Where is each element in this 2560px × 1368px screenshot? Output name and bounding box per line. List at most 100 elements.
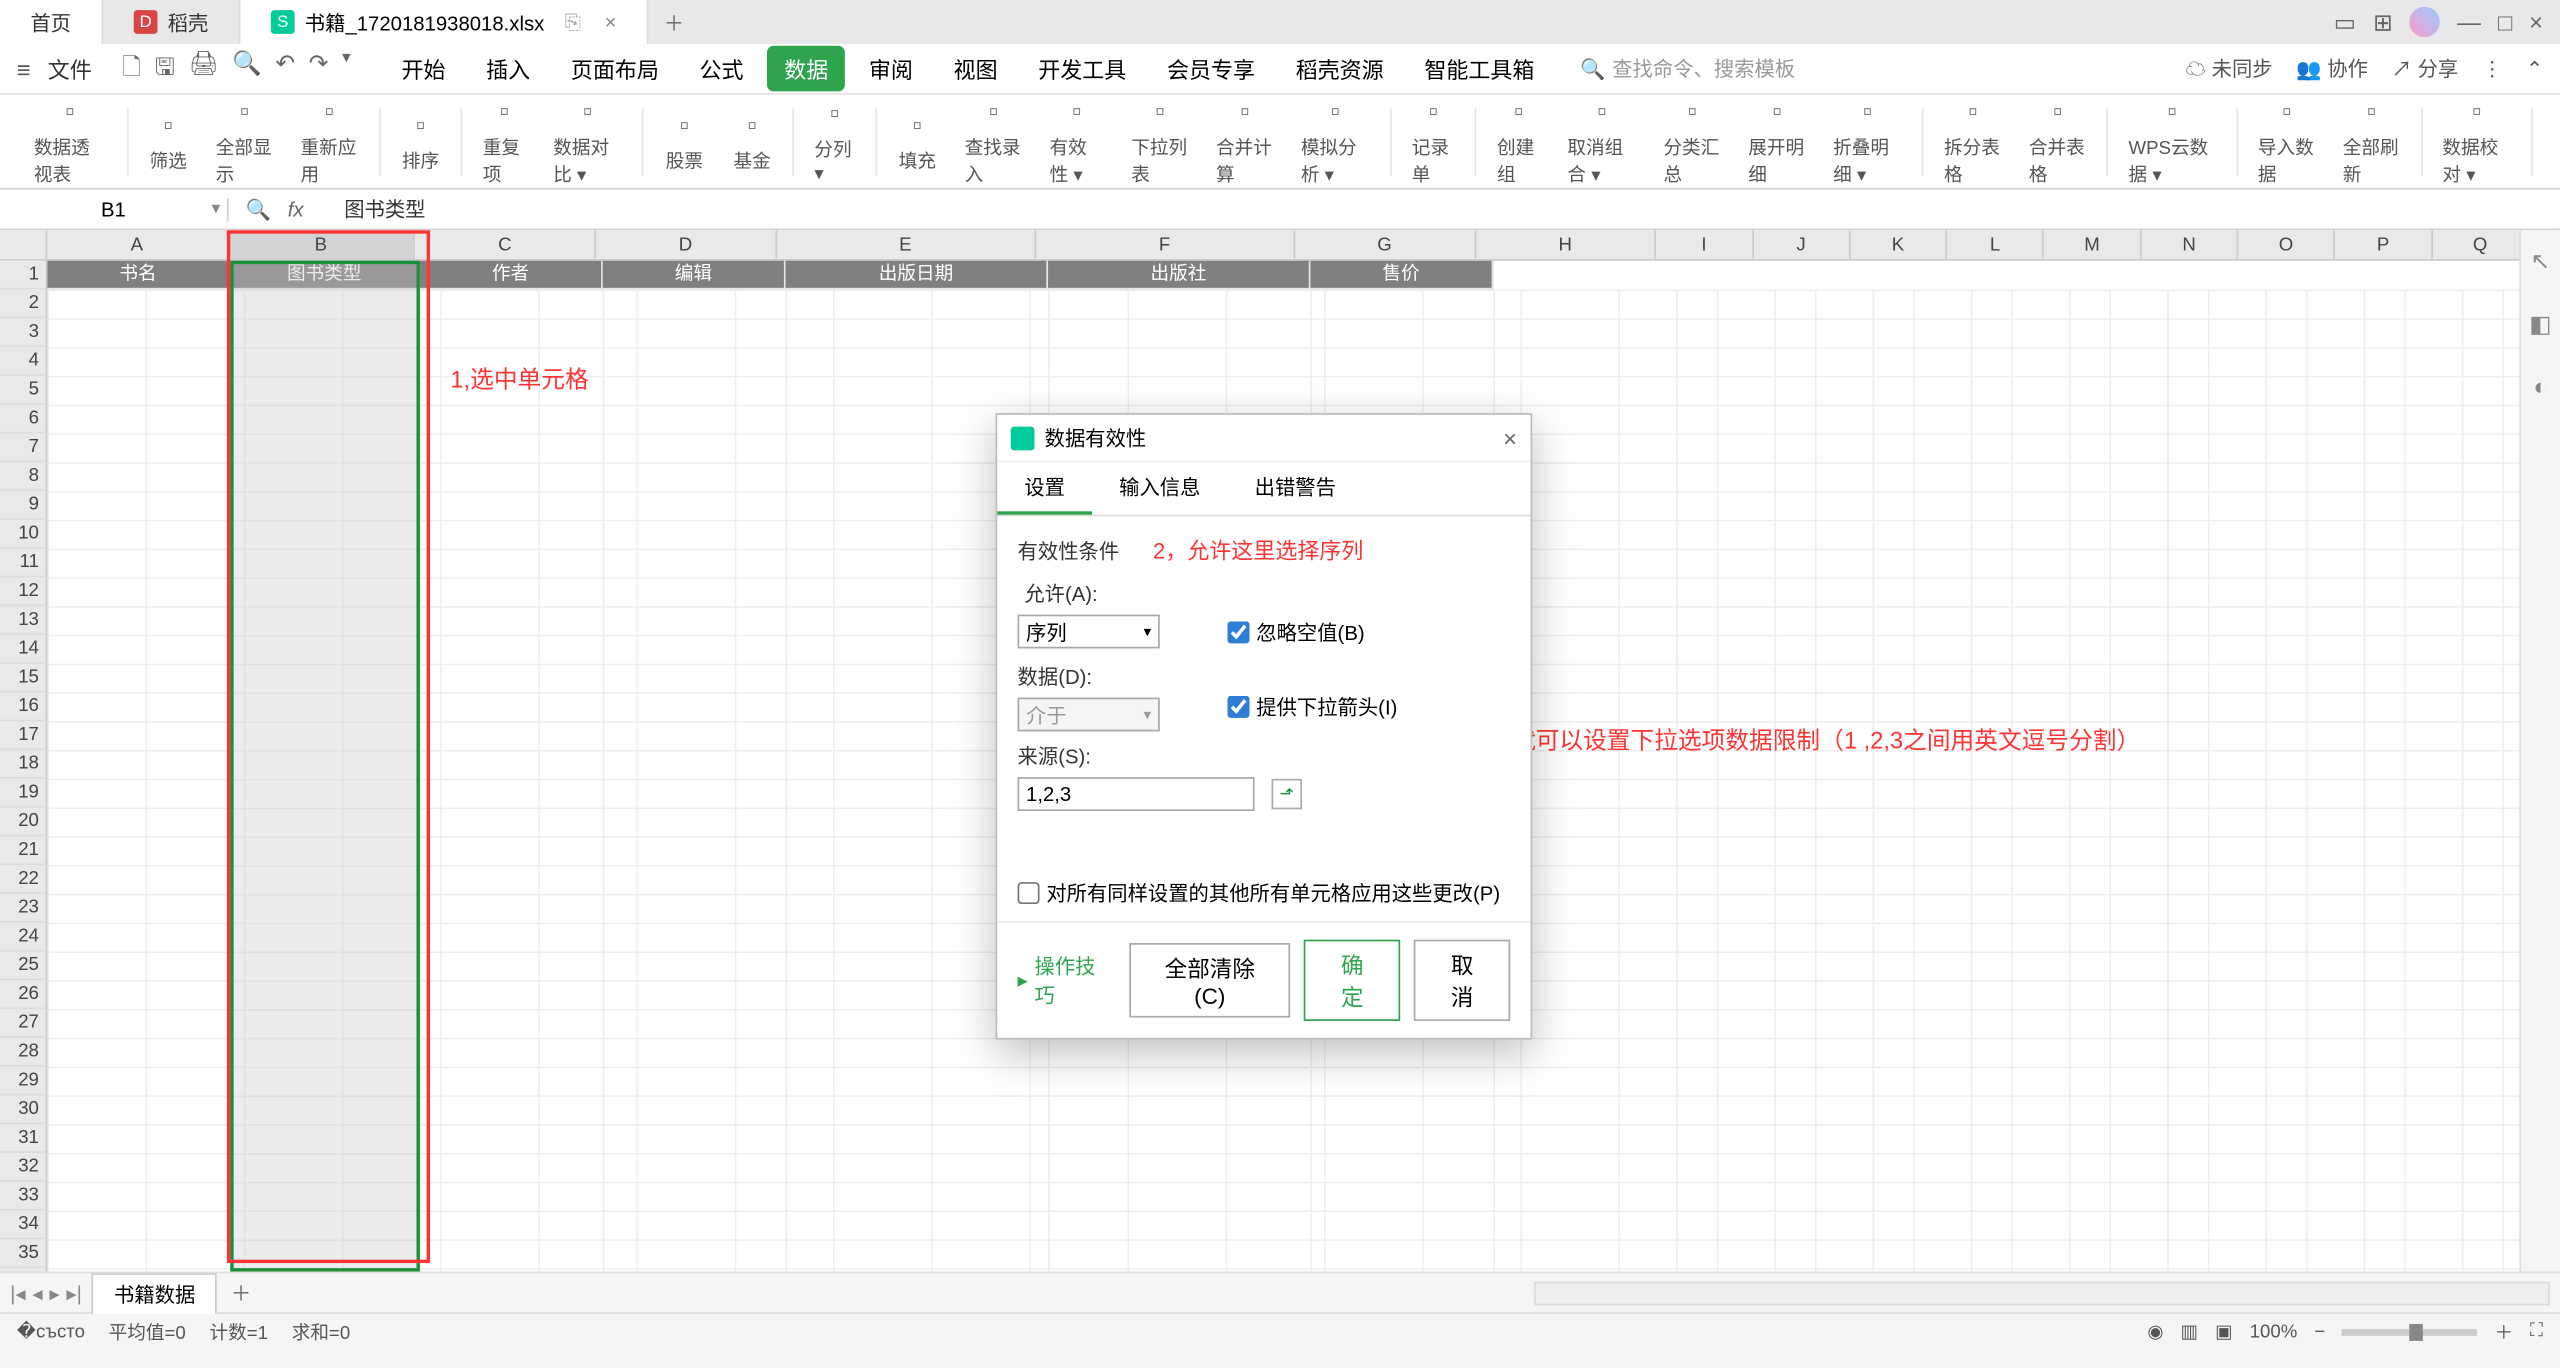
row-header-30[interactable]: 30 <box>0 1095 46 1124</box>
layout-icon[interactable]: ▭ <box>2334 8 2356 37</box>
source-input[interactable] <box>1018 777 1255 811</box>
ribbon-模拟分析[interactable]: ▫模拟分析 ▾ <box>1287 96 1383 187</box>
ribbon-重新应用[interactable]: ▫重新应用 <box>287 96 372 187</box>
row-header-5[interactable]: 5 <box>0 376 46 405</box>
dialog-titlebar[interactable]: 数据有效性 × <box>997 415 1530 462</box>
ribbon-全部显示[interactable]: ▫全部显示 <box>202 96 287 187</box>
qat-save-icon[interactable]: 🖫 <box>155 48 175 89</box>
ribbon-数据对比[interactable]: ▫数据对比 ▾ <box>540 96 636 187</box>
row-header-31[interactable]: 31 <box>0 1124 46 1153</box>
name-box-dropdown-icon[interactable]: ▾ <box>212 200 221 219</box>
zoom-fx-icon[interactable]: 🔍 <box>245 197 270 221</box>
row-header-9[interactable]: 9 <box>0 491 46 520</box>
cancel-button[interactable]: 取消 <box>1414 940 1510 1021</box>
row-header-2[interactable]: 2 <box>0 290 46 319</box>
sheet-add-button[interactable]: ＋ <box>217 1278 264 1307</box>
zoom-slider[interactable] <box>2342 1328 2477 1335</box>
menu-tab-10[interactable]: 智能工具箱 <box>1407 46 1551 92</box>
coop-button[interactable]: 👥 协作 <box>2296 54 2368 83</box>
ribbon-数据透视表[interactable]: ▫数据透视表 <box>20 96 119 187</box>
menu-tab-4[interactable]: 数据 <box>767 46 845 92</box>
col-header-H[interactable]: H <box>1476 230 1657 259</box>
row-header-26[interactable]: 26 <box>0 980 46 1009</box>
fit-icon[interactable]: ⛶ <box>2530 1321 2543 1343</box>
apps-icon[interactable]: ⊞ <box>2373 8 2393 37</box>
dialog-tab-2[interactable]: 出错警告 <box>1228 462 1363 514</box>
zoom-value[interactable]: 100% <box>2250 1321 2298 1341</box>
ribbon-取消组合[interactable]: ▫取消组合 ▾ <box>1554 96 1650 187</box>
row-header-19[interactable]: 19 <box>0 779 46 808</box>
ribbon-填充[interactable]: ▫填充 <box>883 109 951 173</box>
select-all-corner[interactable] <box>0 230 47 260</box>
dropdown-arrow-checkbox[interactable]: 提供下拉箭头(I) <box>1227 692 1397 721</box>
row-header-18[interactable]: 18 <box>0 750 46 779</box>
tab-close-icon[interactable]: × <box>605 10 617 34</box>
col-header-C[interactable]: C <box>415 230 596 259</box>
chevron-up-icon[interactable]: ⌃ <box>2526 57 2543 81</box>
menu-tab-3[interactable]: 公式 <box>683 46 761 92</box>
hamburger-icon[interactable]: ≡ <box>17 55 31 82</box>
ribbon-筛选[interactable]: ▫筛选 <box>134 109 202 173</box>
tab-doke[interactable]: D 稻壳 <box>103 0 240 44</box>
ribbon-导入数据[interactable]: ▫导入数据 <box>2244 96 2329 187</box>
panel-icon-1[interactable]: ◧ <box>2529 310 2551 339</box>
header-cell[interactable]: 书名 <box>47 261 230 290</box>
col-header-E[interactable]: E <box>777 230 1036 259</box>
row-header-1[interactable]: 1 <box>0 261 46 290</box>
status-mode-icon[interactable]: �състо <box>17 1321 85 1343</box>
dialog-tab-1[interactable]: 输入信息 <box>1092 462 1227 514</box>
header-cell[interactable]: 出版日期 <box>786 261 1048 290</box>
tab-add-button[interactable]: ＋ <box>649 0 700 44</box>
col-header-J[interactable]: J <box>1753 230 1850 259</box>
ribbon-分类汇总[interactable]: ▫分类汇总 <box>1650 96 1735 187</box>
tab-pin-icon[interactable]: ⎘ <box>565 9 581 34</box>
row-header-6[interactable]: 6 <box>0 405 46 434</box>
share-button[interactable]: ↗ 分享 <box>2392 54 2459 83</box>
row-header-15[interactable]: 15 <box>0 664 46 693</box>
allow-select[interactable]: 序列▾ <box>1018 615 1160 649</box>
view-page-icon[interactable]: ▥ <box>2181 1321 2199 1343</box>
row-header-10[interactable]: 10 <box>0 520 46 549</box>
col-header-A[interactable]: A <box>47 230 228 259</box>
row-header-16[interactable]: 16 <box>0 692 46 721</box>
col-header-G[interactable]: G <box>1295 230 1476 259</box>
view-fullscreen-icon[interactable]: ▣ <box>2215 1321 2233 1343</box>
col-header-O[interactable]: O <box>2238 230 2335 259</box>
fx-icon[interactable]: fx <box>288 197 304 221</box>
window-minimize-icon[interactable]: — <box>2457 8 2481 35</box>
ribbon-记录单[interactable]: ▫记录单 <box>1398 96 1468 187</box>
row-header-3[interactable]: 3 <box>0 318 46 347</box>
row-header-25[interactable]: 25 <box>0 952 46 981</box>
ok-button[interactable]: 确定 <box>1304 940 1400 1021</box>
row-header-33[interactable]: 33 <box>0 1182 46 1211</box>
qat-undo-icon[interactable]: ↶ <box>275 48 295 89</box>
row-header-21[interactable]: 21 <box>0 836 46 865</box>
row-header-14[interactable]: 14 <box>0 635 46 664</box>
row-header-12[interactable]: 12 <box>0 577 46 606</box>
row-header-7[interactable]: 7 <box>0 433 46 462</box>
zoom-in-icon[interactable]: ＋ <box>2494 1318 2513 1345</box>
window-close-icon[interactable]: × <box>2529 8 2543 35</box>
name-box[interactable]: B1 ▾ <box>0 197 229 221</box>
col-header-L[interactable]: L <box>1947 230 2044 259</box>
ribbon-全部刷新[interactable]: ▫全部刷新 <box>2329 96 2414 187</box>
menu-tab-9[interactable]: 稻壳资源 <box>1279 46 1401 92</box>
menu-tab-2[interactable]: 页面布局 <box>554 46 676 92</box>
ribbon-排序[interactable]: ▫排序 <box>387 109 455 173</box>
row-headers[interactable]: 1234567891011121314151617181920212223242… <box>0 261 47 1272</box>
range-picker-icon[interactable]: ⬏ <box>1272 779 1302 809</box>
ribbon-查找录入[interactable]: ▫查找录入 <box>951 96 1036 187</box>
tab-home[interactable]: 首页 <box>0 0 103 44</box>
spreadsheet-grid[interactable]: ABCDEFGHIJKLMNOPQ 1234567891011121314151… <box>0 230 2560 1271</box>
sheet-nav-next-icon[interactable]: ▸ <box>49 1281 59 1305</box>
ribbon-合并表格[interactable]: ▫合并表格 <box>2015 96 2100 187</box>
ribbon-创建组[interactable]: ▫创建组 <box>1483 96 1553 187</box>
col-header-P[interactable]: P <box>2335 230 2432 259</box>
row-header-35[interactable]: 35 <box>0 1239 46 1268</box>
row-header-8[interactable]: 8 <box>0 462 46 491</box>
formula-text[interactable]: 图书类型 <box>344 195 425 224</box>
more-icon[interactable]: ⋮ <box>2482 57 2502 81</box>
header-cell[interactable]: 出版社 <box>1048 261 1310 290</box>
tab-file[interactable]: S 书籍_1720181938018.xlsx ⎘ × <box>240 0 648 44</box>
col-header-F[interactable]: F <box>1036 230 1295 259</box>
